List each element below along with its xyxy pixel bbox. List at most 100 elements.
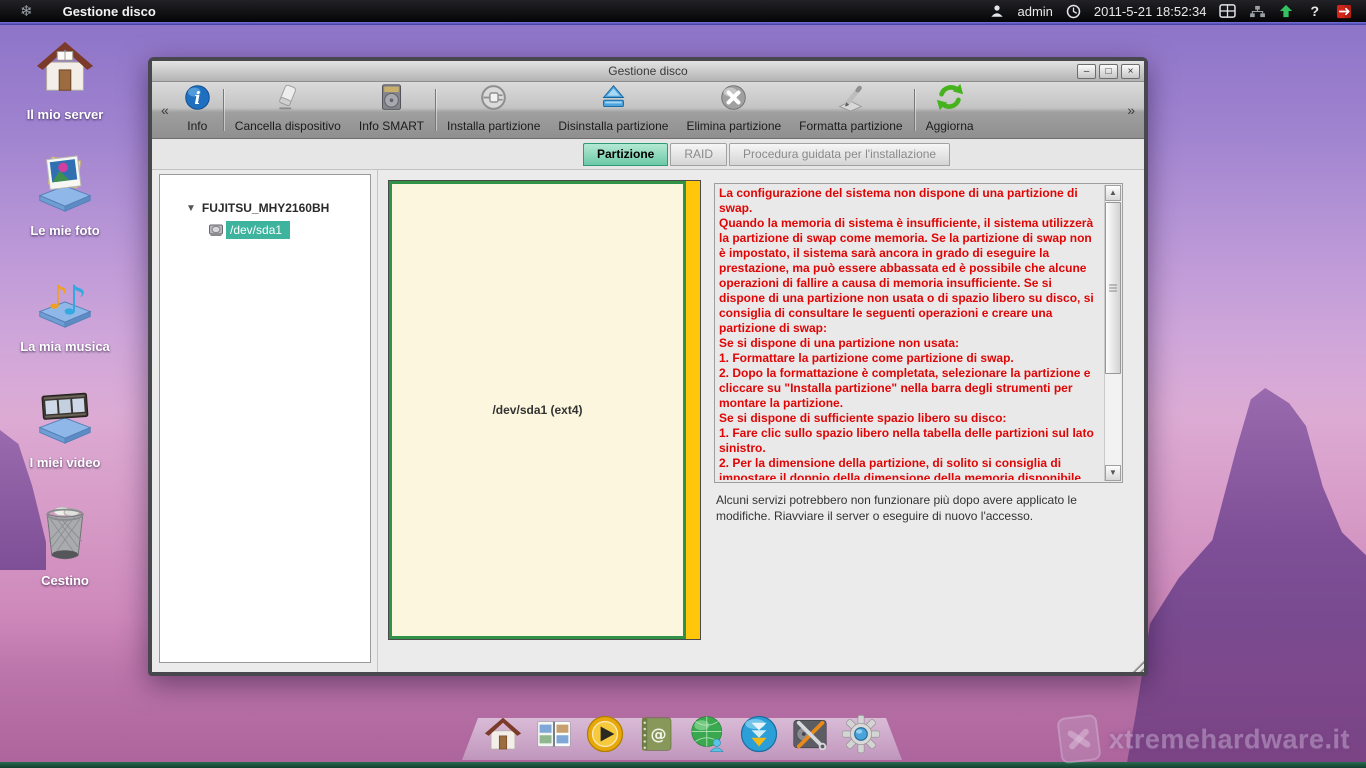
eject-icon (599, 83, 628, 117)
dock-network-chat-icon[interactable] (687, 713, 729, 755)
info-button[interactable]: i Info (174, 82, 221, 138)
scroll-up-button[interactable]: ▲ (1105, 185, 1121, 201)
toolbar-label: Cancella dispositivo (235, 119, 341, 133)
toolbar-separator (435, 89, 436, 131)
info-paragraph: Quando la memoria di sistema è insuffici… (719, 216, 1101, 336)
user-icon (990, 4, 1004, 18)
toolbar-label: Elimina partizione (686, 119, 781, 133)
tree-partition-node[interactable]: /dev/sda1 (208, 221, 370, 239)
refresh-button[interactable]: Aggiorna (917, 82, 983, 138)
watermark-text: xtremehardware.it (1109, 724, 1350, 755)
photos-icon (34, 152, 96, 219)
desktop: ❄ Gestione disco admin 2011-5-21 18:52:3… (0, 0, 1366, 768)
shortcut-label: Le mie foto (30, 223, 99, 238)
system-topbar: ❄ Gestione disco admin 2011-5-21 18:52:3… (0, 0, 1366, 22)
dock-contacts-icon[interactable]: @ (635, 713, 677, 755)
shortcut-my-server[interactable]: Il mio server (14, 36, 116, 122)
svg-text:i: i (194, 89, 200, 108)
info-paragraph: 1. Formattare la partizione come partizi… (719, 351, 1101, 366)
maximize-button[interactable]: □ (1099, 64, 1118, 79)
app-grid-icon[interactable] (1219, 4, 1236, 18)
smart-info-button[interactable]: Info SMART (350, 82, 433, 138)
swap-warning-text: La configurazione del sistema non dispon… (719, 186, 1101, 480)
minimize-button[interactable]: – (1077, 64, 1096, 79)
partition-map[interactable]: /dev/sda1 (ext4) (388, 180, 701, 640)
wallpaper-bottom-strip (0, 762, 1366, 768)
refresh-icon (935, 82, 965, 117)
eraser-icon (273, 83, 302, 117)
shortcut-my-music[interactable]: ♪♪ La mia musica (14, 268, 116, 354)
mount-partition-button[interactable]: Installa partizione (438, 82, 549, 138)
partition-block[interactable]: /dev/sda1 (ext4) (389, 181, 686, 639)
home-icon (34, 36, 96, 103)
plug-icon (479, 83, 508, 117)
dock-settings-icon[interactable] (840, 713, 882, 755)
videos-icon (34, 384, 96, 451)
workgroup-icon[interactable] (1249, 5, 1266, 18)
trash-icon (35, 500, 95, 569)
info-scrollbar[interactable]: ▲ ▼ (1104, 185, 1121, 481)
unmount-partition-button[interactable]: Disinstalla partizione (549, 82, 677, 138)
dock-media-player-icon[interactable] (584, 713, 626, 755)
svg-text:♪: ♪ (61, 277, 87, 325)
tree-device-node[interactable]: ▼ FUJITSU_MHY2160BH (186, 201, 370, 215)
logout-icon[interactable] (1336, 4, 1352, 19)
music-icon: ♪♪ (34, 268, 96, 335)
shortcut-my-videos[interactable]: I miei video (14, 384, 116, 470)
device-tree-panel: ▼ FUJITSU_MHY2160BH /dev/sda1 (159, 174, 371, 663)
disk-management-window: Gestione disco – □ × « i Info Cancella d… (148, 57, 1148, 676)
watermark-x-badge-icon (1056, 714, 1101, 765)
clock-icon (1066, 4, 1081, 19)
toolbar-label: Formatta partizione (799, 119, 902, 133)
logged-in-user[interactable]: admin (1017, 4, 1052, 19)
delete-partition-button[interactable]: Elimina partizione (677, 82, 790, 138)
tree-expand-icon[interactable]: ▼ (186, 203, 196, 214)
toolbar-label: Info SMART (359, 119, 424, 133)
services-restart-note: Alcuni servizi potrebbero non funzionare… (716, 492, 1120, 524)
partition-detail-panel: /dev/sda1 (ext4) La configurazione del s… (377, 170, 1144, 672)
system-logo-icon[interactable]: ❄ (20, 4, 33, 19)
toolbar-label: Aggiorna (926, 119, 974, 133)
delete-x-icon (719, 83, 748, 117)
info-paragraph: La configurazione del sistema non dispon… (719, 186, 1101, 216)
toolbar-label: Info (187, 119, 207, 133)
window-titlebar[interactable]: Gestione disco – □ × (152, 61, 1144, 82)
tab-bar: Partizione RAID Procedura guidata per l'… (152, 139, 1144, 170)
close-button[interactable]: × (1121, 64, 1140, 79)
info-paragraph: Se si dispone di una partizione non usat… (719, 336, 1101, 351)
shortcut-label: La mia musica (20, 339, 110, 354)
shortcut-my-photos[interactable]: Le mie foto (14, 152, 116, 238)
toolbar-separator (914, 89, 915, 131)
toolbar-label: Disinstalla partizione (558, 119, 668, 133)
hard-disk-icon (377, 83, 406, 117)
svg-text:@: @ (651, 725, 667, 744)
toolbar-label: Installa partizione (447, 119, 540, 133)
dock-home-icon[interactable] (482, 713, 524, 755)
desktop-shortcuts: Il mio server Le mie foto ♪♪ La mia musi… (14, 36, 116, 588)
upload-arrow-icon[interactable] (1279, 4, 1293, 18)
device-name: FUJITSU_MHY2160BH (202, 201, 329, 215)
shortcut-label: Cestino (41, 573, 89, 588)
partition-map-label: /dev/sda1 (ext4) (492, 403, 582, 417)
scrollbar-grip (1109, 285, 1117, 292)
info-paragraph: 2. Per la dimensione della partizione, d… (719, 456, 1101, 480)
toolbar-scroll-left[interactable]: « (156, 102, 174, 118)
window-toolbar: « i Info Cancella dispositivo Info SMART (152, 82, 1144, 139)
tab-partizione[interactable]: Partizione (583, 143, 668, 166)
tab-installation-wizard[interactable]: Procedura guidata per l'installazione (729, 143, 950, 166)
scrollbar-thumb[interactable] (1105, 202, 1121, 374)
dock-photo-album-icon[interactable] (533, 713, 575, 755)
dock-disk-utility-icon[interactable] (789, 713, 831, 755)
scroll-down-button[interactable]: ▼ (1105, 465, 1121, 481)
format-partition-button[interactable]: Formatta partizione (790, 82, 911, 138)
erase-device-button[interactable]: Cancella dispositivo (226, 82, 350, 138)
help-icon[interactable]: ? (1306, 3, 1323, 19)
dock-downloads-icon[interactable] (738, 713, 780, 755)
tab-raid[interactable]: RAID (670, 143, 727, 166)
window-content: ▼ FUJITSU_MHY2160BH /dev/sda1 /dev/sda1 … (152, 170, 1144, 672)
info-icon: i (183, 83, 212, 117)
toolbar-scroll-right[interactable]: » (1122, 102, 1140, 118)
shortcut-trash[interactable]: Cestino (14, 500, 116, 588)
dock: @ (462, 708, 902, 760)
shortcut-label: Il mio server (27, 107, 104, 122)
